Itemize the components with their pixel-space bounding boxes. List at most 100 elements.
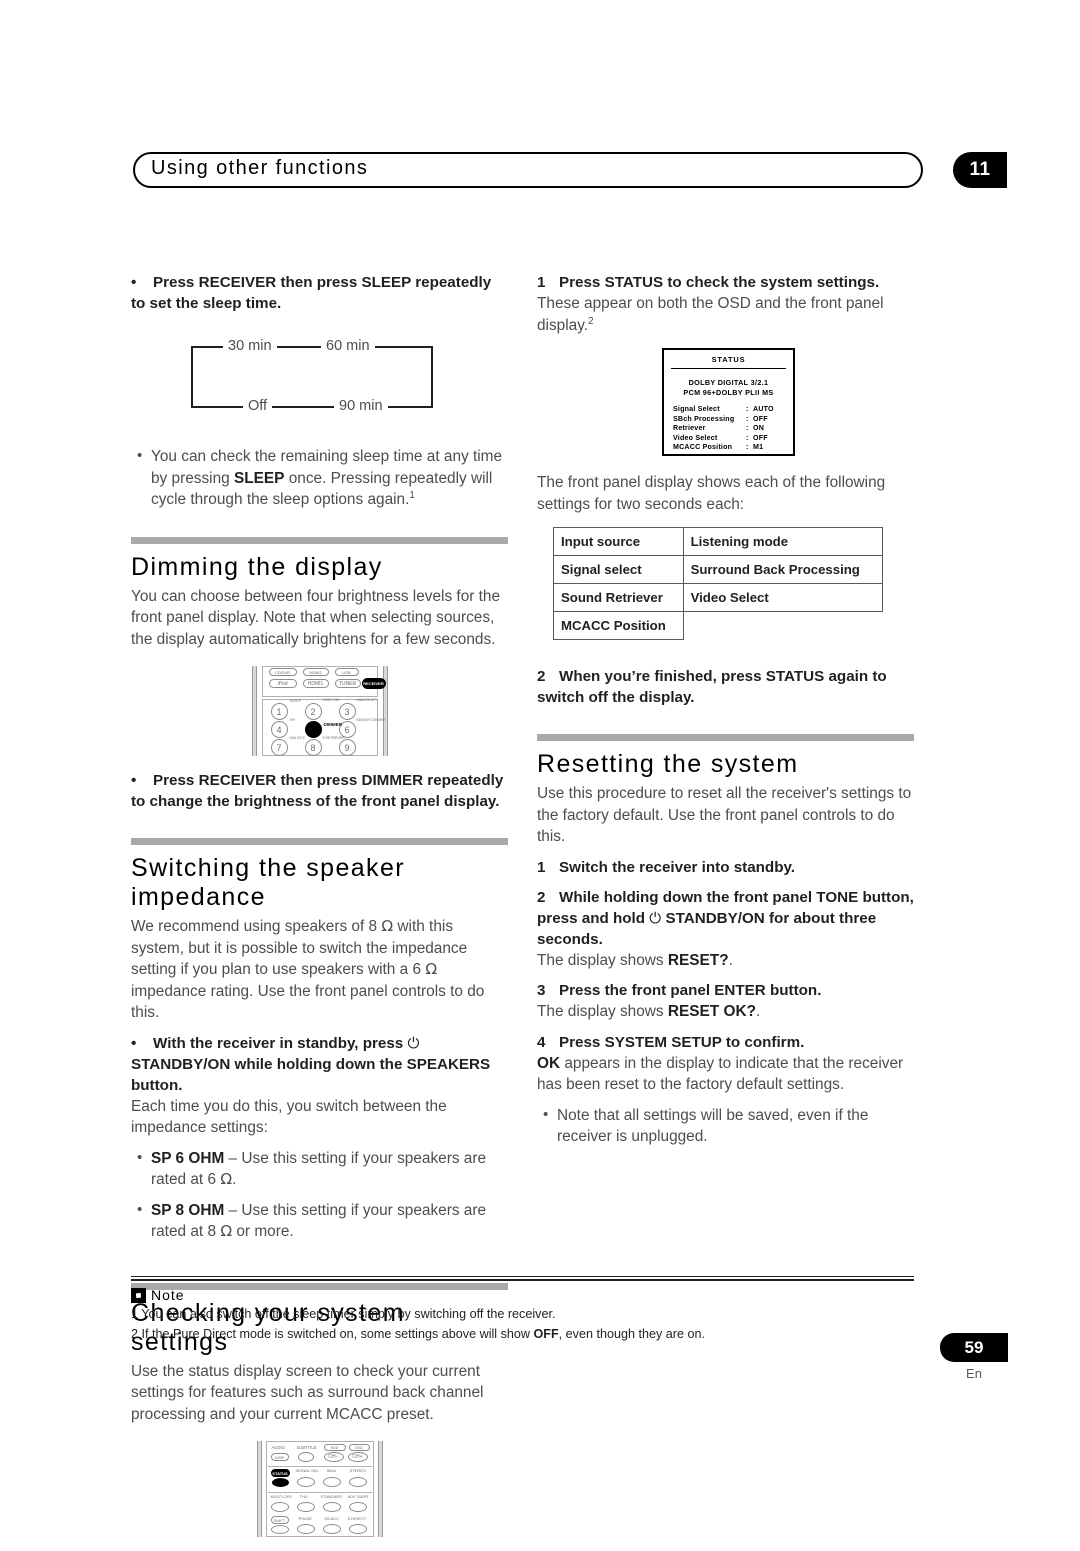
- remote-button-hdmi1[interactable]: HDMI1: [302, 679, 329, 688]
- osd-value: AUTO: [753, 405, 774, 413]
- impedance-option-label: SP 6 OHM: [151, 1149, 225, 1167]
- chapter-number-tab: 11: [953, 152, 1007, 188]
- remote-button-receiver[interactable]: RECEIVER: [361, 678, 386, 689]
- remote-label-standard: STANDARD: [320, 1494, 343, 1499]
- remote-key-4[interactable]: 4: [270, 721, 288, 738]
- remote-rail-left: [251, 666, 257, 756]
- osd-row: SBch Processing: OFF: [673, 415, 793, 425]
- osd-format-line-2: PCM 96+DOLBY PLII MS: [683, 387, 774, 397]
- remote-button-cd-dvr[interactable]: CD/DVR: [268, 668, 297, 676]
- status-step-2: 2 When you’re finished, press STATUS agai…: [537, 668, 887, 706]
- pencil-icon: [131, 1287, 146, 1303]
- remote-button-s-direct[interactable]: [348, 1524, 367, 1534]
- footnote-ref-2: 2: [588, 315, 594, 327]
- status-step-1: 1 Press STATUS to check the system settin…: [537, 274, 880, 291]
- ohm-symbol: Ω: [220, 1170, 233, 1188]
- remote-key-5-dimmer[interactable]: [304, 721, 322, 738]
- display-value-reset: RESET?: [667, 951, 729, 969]
- remote-button-channel-minus[interactable]: CH−: [323, 1452, 344, 1462]
- remote-button-status-key[interactable]: [271, 1478, 289, 1487]
- table-cell: Surround Back Processing: [682, 555, 884, 584]
- sleep-option-90: 90 min: [334, 398, 388, 414]
- step-number: 1: [537, 274, 546, 291]
- remote-label-sbch: SBch: [326, 1468, 337, 1473]
- remote-button-status[interactable]: STATUS: [270, 1469, 290, 1477]
- remote-button-phase[interactable]: [296, 1524, 315, 1534]
- remote-button-tuner[interactable]: TUNER: [334, 679, 361, 688]
- bullet-dot: •: [131, 274, 137, 291]
- remote-button-stereo[interactable]: [348, 1477, 367, 1487]
- section-rule-impedance: [131, 838, 508, 845]
- footnote-2: 2 If the Pure Direct mode is switched on…: [131, 1327, 706, 1341]
- osd-colon: :: [746, 405, 749, 413]
- remote-label-adv-surr: ADV SURR: [347, 1494, 369, 1499]
- remote-button-usb[interactable]: USB: [334, 668, 359, 676]
- diagram-line-bottom: [191, 406, 433, 408]
- remote-button-standard[interactable]: [322, 1502, 341, 1512]
- remote-rail-left: [256, 1441, 262, 1537]
- remote-label-dimmer: DIMMER: [323, 722, 343, 727]
- right-column: 1 Press STATUS to check the system settin…: [537, 272, 914, 1148]
- osd-key: Signal Select: [673, 405, 720, 413]
- remote-label-s-retriever: S.RETRIEVER: [322, 736, 345, 740]
- remote-button-disp[interactable]: DISP: [270, 1453, 289, 1461]
- osd-divider: [671, 368, 786, 369]
- resetting-body: Use this procedure to reset all the rece…: [537, 785, 912, 845]
- sleep-option-off: Off: [243, 398, 273, 414]
- remote-button-subtitle[interactable]: [297, 1452, 314, 1462]
- step-number: 2: [537, 888, 546, 906]
- remote-button-adv-surr[interactable]: [348, 1502, 367, 1512]
- remote-button-ipod[interactable]: iPod: [268, 679, 297, 688]
- ohm-symbol: Ω: [425, 960, 438, 978]
- power-icon: ⏻: [407, 1033, 420, 1052]
- remote-key-1[interactable]: 1: [270, 703, 288, 720]
- remote-button-sbch[interactable]: [322, 1477, 341, 1487]
- sleep-remaining-note: You can check the remaining sleep time a…: [131, 445, 508, 511]
- osd-status-screen: STATUS DOLBY DIGITAL 3/2.1 PCM 96+DOLBY …: [662, 348, 795, 456]
- remote-key-7[interactable]: 7: [270, 739, 288, 756]
- remote-key-2[interactable]: 2: [304, 703, 322, 720]
- remote-button-multi-ope[interactable]: [270, 1502, 289, 1512]
- remote-button-shift-key[interactable]: [270, 1525, 289, 1534]
- sleep-button-ref: SLEEP: [233, 469, 285, 487]
- remote-key-8[interactable]: 8: [304, 739, 322, 756]
- remote-button-hdd[interactable]: HDD: [323, 1444, 346, 1451]
- osd-value: ON: [753, 424, 765, 433]
- notes-rule-thin: [131, 1276, 914, 1277]
- footnotes-block: Note 1 You can also switch off the sleep…: [131, 1276, 914, 1343]
- remote-button-mcacc[interactable]: [322, 1524, 341, 1534]
- notes-rule-thick: [131, 1279, 914, 1281]
- table-row: MCACC Position: [553, 611, 883, 640]
- reset-final-note: Note that all settings will be saved, ev…: [537, 1104, 914, 1148]
- running-header: Using other functions: [133, 152, 923, 188]
- remote-button-thx[interactable]: [296, 1502, 315, 1512]
- remote-button-dvd[interactable]: DVD: [348, 1444, 370, 1451]
- heading-dimming-the-display: Dimming the display: [131, 552, 383, 581]
- remote-label-video-sel: VIDEO SEL: [322, 698, 340, 702]
- display-value-ok: OK: [537, 1054, 561, 1072]
- osd-format-info: DOLBY DIGITAL 3/2.1 PCM 96+DOLBY PLII MS: [664, 378, 793, 397]
- dimmer-instruction: • Press RECEIVER then press DIMMER repeat…: [131, 772, 504, 810]
- remote-divider-2: [267, 1492, 372, 1493]
- left-column: • Press RECEIVER then press SLEEP repeate…: [131, 272, 508, 1551]
- osd-key: Retriever: [673, 424, 706, 433]
- footnote-bold-off: OFF: [533, 1327, 559, 1341]
- osd-key: Video Select: [673, 433, 718, 442]
- remote-label-subtitle: SUBTITLE: [296, 1445, 317, 1450]
- reset-step-2: 2 While holding down the front panel TONE…: [537, 888, 914, 948]
- remote-button-channel-plus[interactable]: CH+: [347, 1452, 368, 1462]
- remote-button-shift[interactable]: SHIFT: [270, 1516, 289, 1524]
- reset-step-3: 3 Press the front panel ENTER button.: [537, 982, 822, 999]
- remote-key-3[interactable]: 3: [338, 703, 356, 720]
- osd-colon: :: [746, 433, 749, 442]
- osd-title: STATUS: [711, 355, 746, 364]
- section-rule-dimming: [131, 536, 508, 544]
- remote-key-9[interactable]: 9: [338, 739, 356, 756]
- osd-colon: :: [746, 443, 749, 452]
- remote-graphic-bottom: AUDIO SUBTITLE HDD DVD DISP CH− CH+ STAT…: [255, 1441, 384, 1537]
- table-cell: Input source: [553, 527, 684, 556]
- table-cell: Signal select: [553, 555, 684, 584]
- remote-button-signal-sel[interactable]: [296, 1477, 315, 1487]
- remote-button-hdmi2[interactable]: HDMI2: [302, 668, 329, 676]
- osd-value: OFF: [753, 414, 768, 423]
